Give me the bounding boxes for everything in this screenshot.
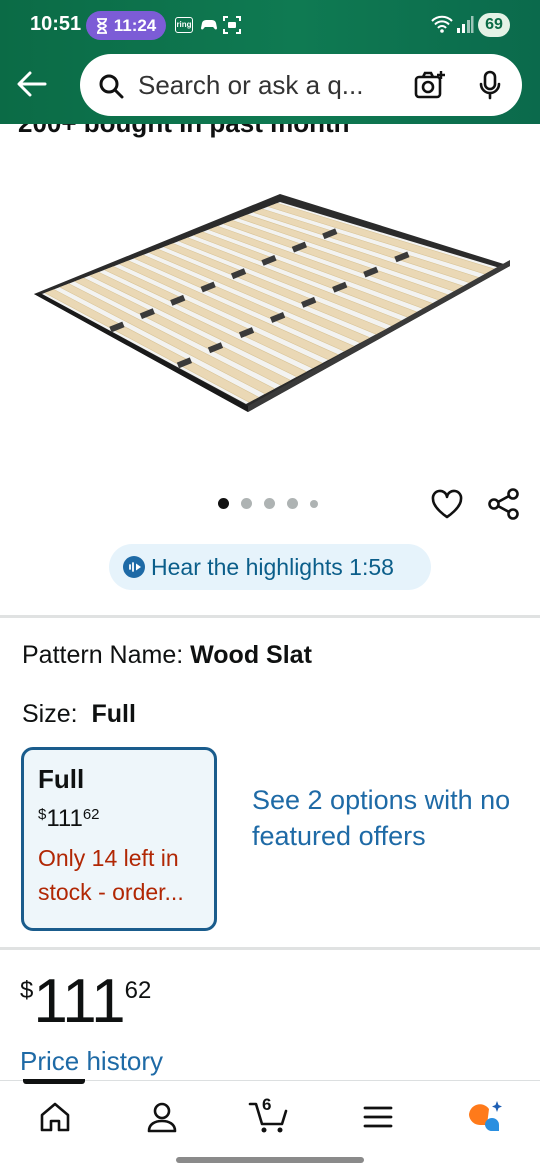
size-row: Size: Full	[22, 700, 136, 729]
product-image-bed-frame[interactable]	[20, 180, 520, 420]
see-options-link[interactable]: See 2 options with no featured offers	[252, 782, 512, 854]
search-bar[interactable]	[80, 54, 522, 116]
arrow-left-icon	[17, 71, 47, 97]
cart-count: 6	[262, 1095, 272, 1114]
search-icon	[99, 74, 124, 99]
home-icon[interactable]	[37, 1099, 73, 1135]
camera-search-icon[interactable]	[414, 70, 446, 100]
size-value: Full	[91, 700, 136, 728]
share-icon[interactable]	[487, 487, 521, 521]
carousel-dot[interactable]	[287, 498, 298, 509]
price-history-link[interactable]: Price history	[20, 1046, 163, 1077]
menu-icon[interactable]	[360, 1099, 396, 1135]
image-carousel-dots	[218, 498, 318, 509]
size-option-full[interactable]: Full $11162 Only 14 left in stock - orde…	[21, 747, 217, 931]
hear-highlights-button[interactable]: Hear the highlights 1:58	[109, 544, 431, 590]
product-price: $11162	[20, 967, 152, 1036]
back-button[interactable]	[14, 66, 50, 102]
timer-text: 11:24	[113, 15, 157, 35]
section-divider	[0, 615, 540, 618]
section-divider	[0, 947, 540, 950]
pattern-name-label: Pattern Name:	[22, 641, 184, 669]
gesture-bar	[176, 1157, 364, 1163]
heart-icon[interactable]	[430, 488, 464, 520]
signal-icon	[457, 16, 474, 33]
battery-indicator: 69	[478, 13, 510, 37]
status-bar: 10:51 11:24 ring 69	[0, 0, 540, 52]
size-option-price: $11162	[38, 805, 100, 832]
microphone-icon[interactable]	[478, 70, 502, 100]
account-icon[interactable]	[144, 1099, 180, 1135]
hourglass-icon	[96, 17, 107, 34]
size-option-stock: Only 14 left in stock - order...	[38, 845, 184, 905]
carousel-dot[interactable]	[310, 499, 318, 508]
active-tab-indicator	[23, 1079, 85, 1084]
app-header: 10:51 11:24 ring 69	[0, 0, 540, 124]
carousel-dot[interactable]	[218, 498, 229, 509]
carousel-dot[interactable]	[264, 498, 275, 509]
wifi-icon	[431, 15, 453, 33]
status-time: 10:51	[30, 13, 82, 35]
bottom-navigation: 6	[0, 1079, 540, 1170]
hear-highlights-label: Hear the highlights 1:58	[151, 553, 394, 580]
ring-app-icon: ring	[175, 17, 193, 33]
rufus-icon[interactable]	[467, 1099, 503, 1135]
search-input[interactable]	[138, 71, 388, 99]
pattern-name-value: Wood Slat	[190, 641, 312, 669]
cart-button[interactable]: 6	[248, 1095, 292, 1135]
screenshot-icon	[223, 16, 241, 34]
carousel-dot[interactable]	[241, 498, 252, 509]
size-label: Size:	[22, 700, 78, 728]
size-option-name: Full	[38, 764, 85, 794]
timer-pill: 11:24	[86, 11, 166, 40]
game-controller-icon	[201, 20, 217, 30]
pattern-name-row: Pattern Name: Wood Slat	[22, 641, 312, 670]
audio-play-icon	[123, 556, 145, 578]
